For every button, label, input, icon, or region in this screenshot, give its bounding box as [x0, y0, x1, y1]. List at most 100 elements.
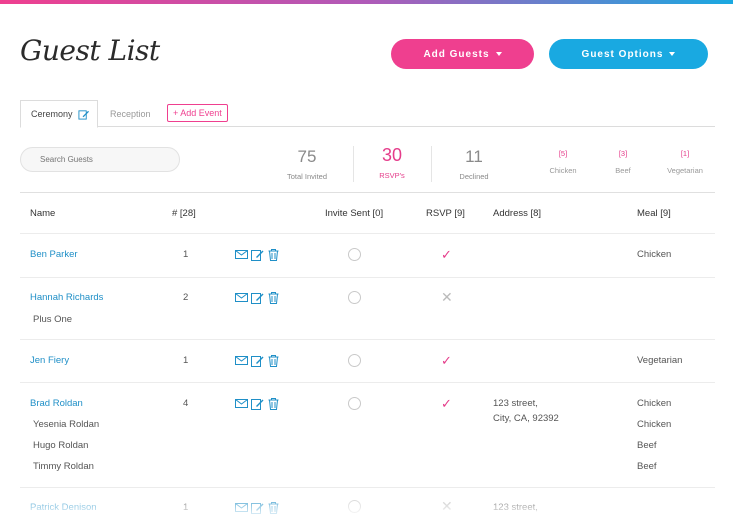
stat-declined: 11 Declined	[449, 147, 499, 181]
guest-options-label: Guest Options	[581, 48, 664, 60]
meal-stat-label: Vegetarian	[667, 166, 703, 175]
header-invite-sent: Invite Sent [0]	[325, 208, 384, 219]
trash-icon[interactable]	[267, 291, 280, 304]
guest-name-link[interactable]: Jen Fiery	[30, 355, 69, 366]
edit-icon[interactable]	[251, 291, 264, 304]
guest-name-link[interactable]: Brad Roldan	[30, 398, 83, 409]
meal-stat-label: Chicken	[549, 166, 577, 175]
header-meal: Meal [9]	[637, 208, 671, 219]
stat-total-invited-value: 75	[297, 147, 317, 166]
stat-total-invited-label: Total Invited	[286, 172, 328, 181]
meal-stat-count: [3]	[618, 149, 628, 158]
party-member: Plus One	[33, 314, 73, 325]
event-tabs: Ceremony Reception + Add Event	[20, 100, 715, 128]
envelope-icon[interactable]	[235, 501, 248, 514]
edit-icon[interactable]	[251, 248, 264, 261]
meal-value: Vegetarian	[637, 355, 683, 366]
guest-name-link[interactable]: Patrick Denison	[30, 502, 97, 513]
party-member: Timmy Roldan	[33, 461, 94, 472]
stat-declined-value: 11	[465, 147, 483, 166]
invite-sent-toggle[interactable]	[348, 248, 361, 261]
edit-icon[interactable]	[251, 501, 264, 514]
row-actions	[235, 354, 280, 367]
row-actions	[235, 501, 280, 514]
invite-sent-toggle[interactable]	[348, 354, 361, 367]
stat-declined-label: Declined	[459, 172, 489, 181]
caret-down-icon	[669, 52, 676, 56]
meal-stat-vegetarian: [1] Vegetarian	[660, 149, 710, 175]
tab-ceremony-label: Ceremony	[31, 109, 73, 119]
address-line: City, CA, 92392	[493, 413, 559, 424]
x-icon: ✕	[441, 498, 453, 514]
address-line: 123 street,	[493, 502, 538, 513]
guest-name-link[interactable]: Hannah Richards	[30, 292, 103, 303]
meal-stat-beef: [3] Beef	[605, 149, 641, 175]
search-input[interactable]	[20, 147, 180, 172]
envelope-icon[interactable]	[235, 354, 248, 367]
stat-total-invited: 75 Total Invited	[282, 147, 332, 181]
envelope-icon[interactable]	[235, 248, 248, 261]
divider	[20, 339, 715, 340]
meal-value: Chicken	[637, 249, 672, 260]
divider	[20, 277, 715, 278]
party-member: Hugo Roldan	[33, 440, 89, 451]
meal-value: Beef	[637, 440, 657, 451]
party-count: 4	[183, 398, 189, 409]
divider	[20, 192, 715, 193]
party-count: 2	[183, 292, 189, 303]
header-count: # [28]	[172, 208, 196, 219]
guest-options-button[interactable]: Guest Options	[549, 39, 708, 69]
check-icon: ✓	[441, 396, 452, 411]
meal-stat-chicken: [5] Chicken	[541, 149, 585, 175]
edit-icon[interactable]	[251, 354, 264, 367]
row-actions	[235, 248, 280, 261]
meal-value: Beef	[637, 461, 657, 472]
stat-rsvps-label: RSVP's	[379, 171, 405, 180]
page-title: Guest List	[20, 34, 160, 67]
row-actions	[235, 397, 280, 410]
meal-value: Chicken	[637, 419, 672, 430]
party-count: 1	[183, 502, 189, 513]
bottom-fade	[0, 490, 733, 515]
row-actions	[235, 291, 280, 304]
add-event-button[interactable]: + Add Event	[167, 104, 228, 122]
meal-value: Chicken	[637, 398, 672, 409]
trash-icon[interactable]	[267, 501, 280, 514]
invite-sent-toggle[interactable]	[348, 291, 361, 304]
divider	[20, 487, 715, 488]
trash-icon[interactable]	[267, 397, 280, 410]
meal-stat-count: [5]	[558, 149, 568, 158]
check-icon: ✓	[441, 247, 452, 262]
divider	[20, 233, 715, 234]
edit-icon[interactable]	[251, 397, 264, 410]
header-address: Address [8]	[493, 208, 542, 219]
tab-reception[interactable]: Reception	[110, 100, 151, 127]
caret-down-icon	[495, 52, 502, 56]
invite-sent-toggle[interactable]	[348, 500, 361, 513]
party-count: 1	[183, 355, 189, 366]
divider	[431, 146, 432, 182]
stat-rsvps: 30 RSVP's	[367, 145, 417, 180]
header-name: Name	[30, 208, 56, 219]
x-icon: ✕	[441, 289, 453, 305]
header-rsvp: RSVP [9]	[426, 208, 465, 219]
check-icon: ✓	[441, 353, 452, 368]
meal-stat-label: Beef	[615, 166, 631, 175]
envelope-icon[interactable]	[235, 291, 248, 304]
trash-icon[interactable]	[267, 354, 280, 367]
party-member: Yesenia Roldan	[33, 419, 100, 430]
guest-name-link[interactable]: Ben Parker	[30, 249, 78, 260]
invite-sent-toggle[interactable]	[348, 397, 361, 410]
tab-ceremony[interactable]: Ceremony	[20, 100, 98, 128]
edit-icon[interactable]	[77, 109, 89, 120]
divider	[353, 146, 354, 182]
envelope-icon[interactable]	[235, 397, 248, 410]
divider	[20, 382, 715, 383]
trash-icon[interactable]	[267, 248, 280, 261]
party-count: 1	[183, 249, 189, 260]
add-guests-button[interactable]: Add Guests	[391, 39, 534, 69]
address-line: 123 street,	[493, 398, 538, 409]
add-guests-label: Add Guests	[423, 48, 490, 60]
meal-stat-count: [1]	[680, 149, 690, 158]
stat-rsvps-value: 30	[381, 145, 403, 165]
